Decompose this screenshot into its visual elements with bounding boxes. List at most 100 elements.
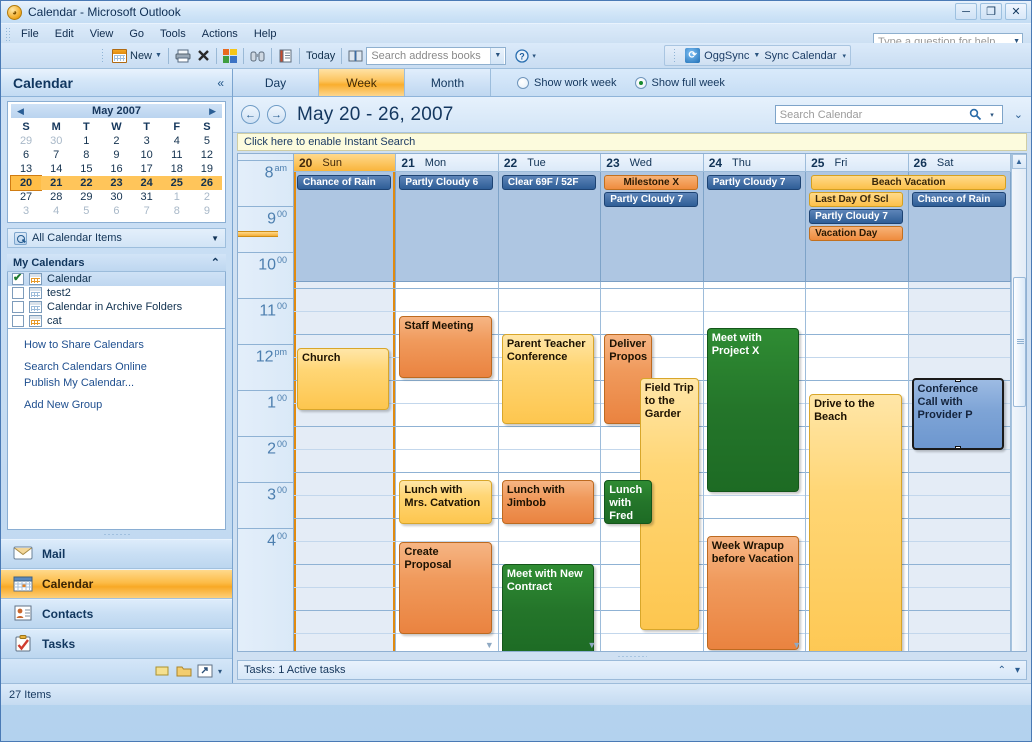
nav-pane-splitter[interactable]: [1, 530, 232, 539]
mini-calendar-day[interactable]: 8: [162, 204, 192, 218]
mini-calendar-day[interactable]: 5: [192, 134, 222, 148]
sidebar-item-contacts[interactable]: Contacts: [1, 599, 232, 629]
oggsync-label[interactable]: OggSync: [704, 50, 749, 62]
link-add-new-group[interactable]: Add New Group: [24, 399, 225, 411]
instant-search-banner[interactable]: Click here to enable Instant Search: [237, 133, 1027, 151]
mini-calendar-day[interactable]: 7: [41, 148, 71, 162]
mini-calendar-day[interactable]: 26: [191, 176, 222, 190]
calendar-list-item[interactable]: test2: [8, 286, 225, 300]
all-day-column[interactable]: Chance of Rain: [294, 172, 397, 281]
mini-calendar-day[interactable]: 2: [101, 134, 131, 148]
sidebar-item-mail[interactable]: Mail: [1, 539, 232, 569]
scroll-more-indicator[interactable]: ▼: [485, 640, 494, 650]
mini-calendar-day[interactable]: 22: [71, 176, 102, 190]
notes-icon[interactable]: [155, 664, 171, 678]
appointment[interactable]: Lunch with Mrs. Catvation: [399, 480, 492, 524]
mini-calendar-day[interactable]: 7: [132, 204, 162, 218]
next-month-button[interactable]: ▶: [209, 106, 216, 117]
mini-calendar-day[interactable]: 4: [162, 134, 192, 148]
day-header[interactable]: 23 Wed: [601, 154, 704, 171]
appointment[interactable]: Church: [297, 348, 390, 410]
all-day-column[interactable]: Partly Cloudy 7: [703, 172, 807, 281]
day-column[interactable]: Deliver Propos Field Trip to the Garder Lu…: [601, 282, 704, 651]
all-day-event[interactable]: Chance of Rain: [911, 192, 1006, 207]
mini-calendar-day[interactable]: 10: [132, 148, 162, 162]
day-column[interactable]: Church: [294, 282, 397, 651]
day-header[interactable]: 22 Tue: [498, 154, 602, 171]
mini-calendar-day[interactable]: 6: [101, 204, 131, 218]
scrollbar-thumb[interactable]: [1012, 277, 1026, 407]
day-column[interactable]: Conference Call with Provider P: [908, 282, 1011, 651]
address-book-button[interactable]: [275, 45, 296, 67]
sidebar-item-calendar[interactable]: Calendar: [1, 569, 232, 599]
all-day-event[interactable]: Chance of Rain: [297, 175, 391, 190]
all-day-event[interactable]: Partly Cloudy 7: [706, 175, 801, 190]
mini-calendar-day[interactable]: 17: [132, 162, 162, 176]
mini-calendar-day[interactable]: 5: [71, 204, 101, 218]
tasks-collapse-icon[interactable]: ⌃: [998, 665, 1006, 676]
all-day-span-event[interactable]: Beach Vacation: [811, 175, 1006, 190]
next-week-button[interactable]: →: [267, 105, 286, 124]
mini-calendar-day[interactable]: 30: [41, 134, 71, 148]
toolbar-grip-handle[interactable]: [101, 47, 105, 64]
calendar-list-item[interactable]: Calendar: [8, 271, 225, 286]
sidebar-item-tasks[interactable]: Tasks: [1, 629, 232, 659]
radio-show-full-week[interactable]: Show full week: [634, 76, 725, 89]
mini-calendar-day[interactable]: 14: [41, 162, 71, 176]
all-calendar-items-dropdown[interactable]: All Calendar Items ▼: [7, 228, 226, 248]
radio-show-work-week[interactable]: Show work week: [517, 76, 617, 89]
my-calendars-header[interactable]: My Calendars ⌃: [7, 254, 226, 272]
mini-calendar-day[interactable]: 18: [162, 162, 192, 176]
close-button[interactable]: ✕: [1005, 3, 1027, 20]
mini-calendar-day[interactable]: 29: [11, 134, 41, 148]
search-dropdown-icon[interactable]: ▾: [990, 111, 994, 119]
resize-handle-top[interactable]: [954, 380, 961, 382]
day-column[interactable]: Meet with Project X Week Wrapup before Va…: [703, 282, 807, 651]
day-column[interactable]: Parent Teacher Conference Lunch with Jimb…: [498, 282, 602, 651]
mini-calendar-day[interactable]: 4: [41, 204, 71, 218]
menu-item-tools[interactable]: Tools: [152, 26, 194, 42]
day-header[interactable]: 24 Thu: [703, 154, 807, 171]
mini-calendar-day[interactable]: 6: [11, 148, 41, 162]
scroll-up-button[interactable]: ▲: [1011, 154, 1026, 169]
mini-calendar-day[interactable]: 21: [41, 176, 72, 190]
open-address-book-button[interactable]: [345, 45, 366, 67]
appointment[interactable]: Create Proposal: [399, 542, 492, 634]
all-day-event[interactable]: Clear 69F / 52F: [501, 175, 596, 190]
tasks-summary-bar[interactable]: Tasks: 1 Active tasks ⌃ ▾: [237, 660, 1027, 680]
day-column[interactable]: Staff Meeting Lunch with Mrs. Catvation Cr…: [396, 282, 499, 651]
mini-calendar-day[interactable]: 16: [101, 162, 131, 176]
appointment[interactable]: Week Wrapup before Vacation: [706, 536, 800, 650]
menu-item-actions[interactable]: Actions: [194, 26, 246, 42]
mini-calendar-day[interactable]: 3: [132, 134, 162, 148]
mini-calendar-day[interactable]: 9: [101, 148, 131, 162]
mini-calendar-day[interactable]: 25: [161, 176, 192, 190]
mini-calendar-day[interactable]: 9: [192, 204, 222, 218]
shortcut-icon[interactable]: [197, 664, 213, 678]
all-day-event[interactable]: Partly Cloudy 7: [604, 192, 699, 207]
collapse-pane-button[interactable]: «: [217, 76, 224, 90]
expand-search-chevron-icon[interactable]: ⌄: [1014, 108, 1023, 121]
calendar-checkbox[interactable]: [12, 315, 24, 327]
folder-icon[interactable]: [176, 664, 192, 678]
menu-item-go[interactable]: Go: [121, 26, 152, 42]
mini-calendar-day[interactable]: 13: [11, 162, 41, 176]
appointment[interactable]: Meet with Project X: [706, 328, 800, 492]
mini-calendar-day[interactable]: 24: [131, 176, 162, 190]
appointment[interactable]: Meet with New Contract: [501, 564, 595, 651]
today-button[interactable]: Today: [303, 45, 338, 67]
link-how-to-share-calendars[interactable]: How to Share Calendars: [24, 339, 225, 351]
appointment[interactable]: Drive to the Beach: [809, 394, 902, 651]
appointment[interactable]: Parent Teacher Conference: [501, 334, 595, 424]
calendar-checkbox[interactable]: [12, 301, 24, 313]
tab-day[interactable]: Day: [233, 69, 319, 96]
minimize-button[interactable]: ─: [955, 3, 977, 20]
scroll-more-indicator[interactable]: ▼: [587, 640, 596, 650]
find-button[interactable]: [247, 45, 268, 67]
day-header[interactable]: 26 Sat: [908, 154, 1011, 171]
mini-calendar-day[interactable]: 23: [101, 176, 132, 190]
categorize-button[interactable]: [220, 45, 240, 67]
mini-calendar-day[interactable]: 2: [192, 190, 222, 204]
mini-calendar-day[interactable]: 19: [192, 162, 222, 176]
mini-calendar-day[interactable]: 1: [71, 134, 101, 148]
